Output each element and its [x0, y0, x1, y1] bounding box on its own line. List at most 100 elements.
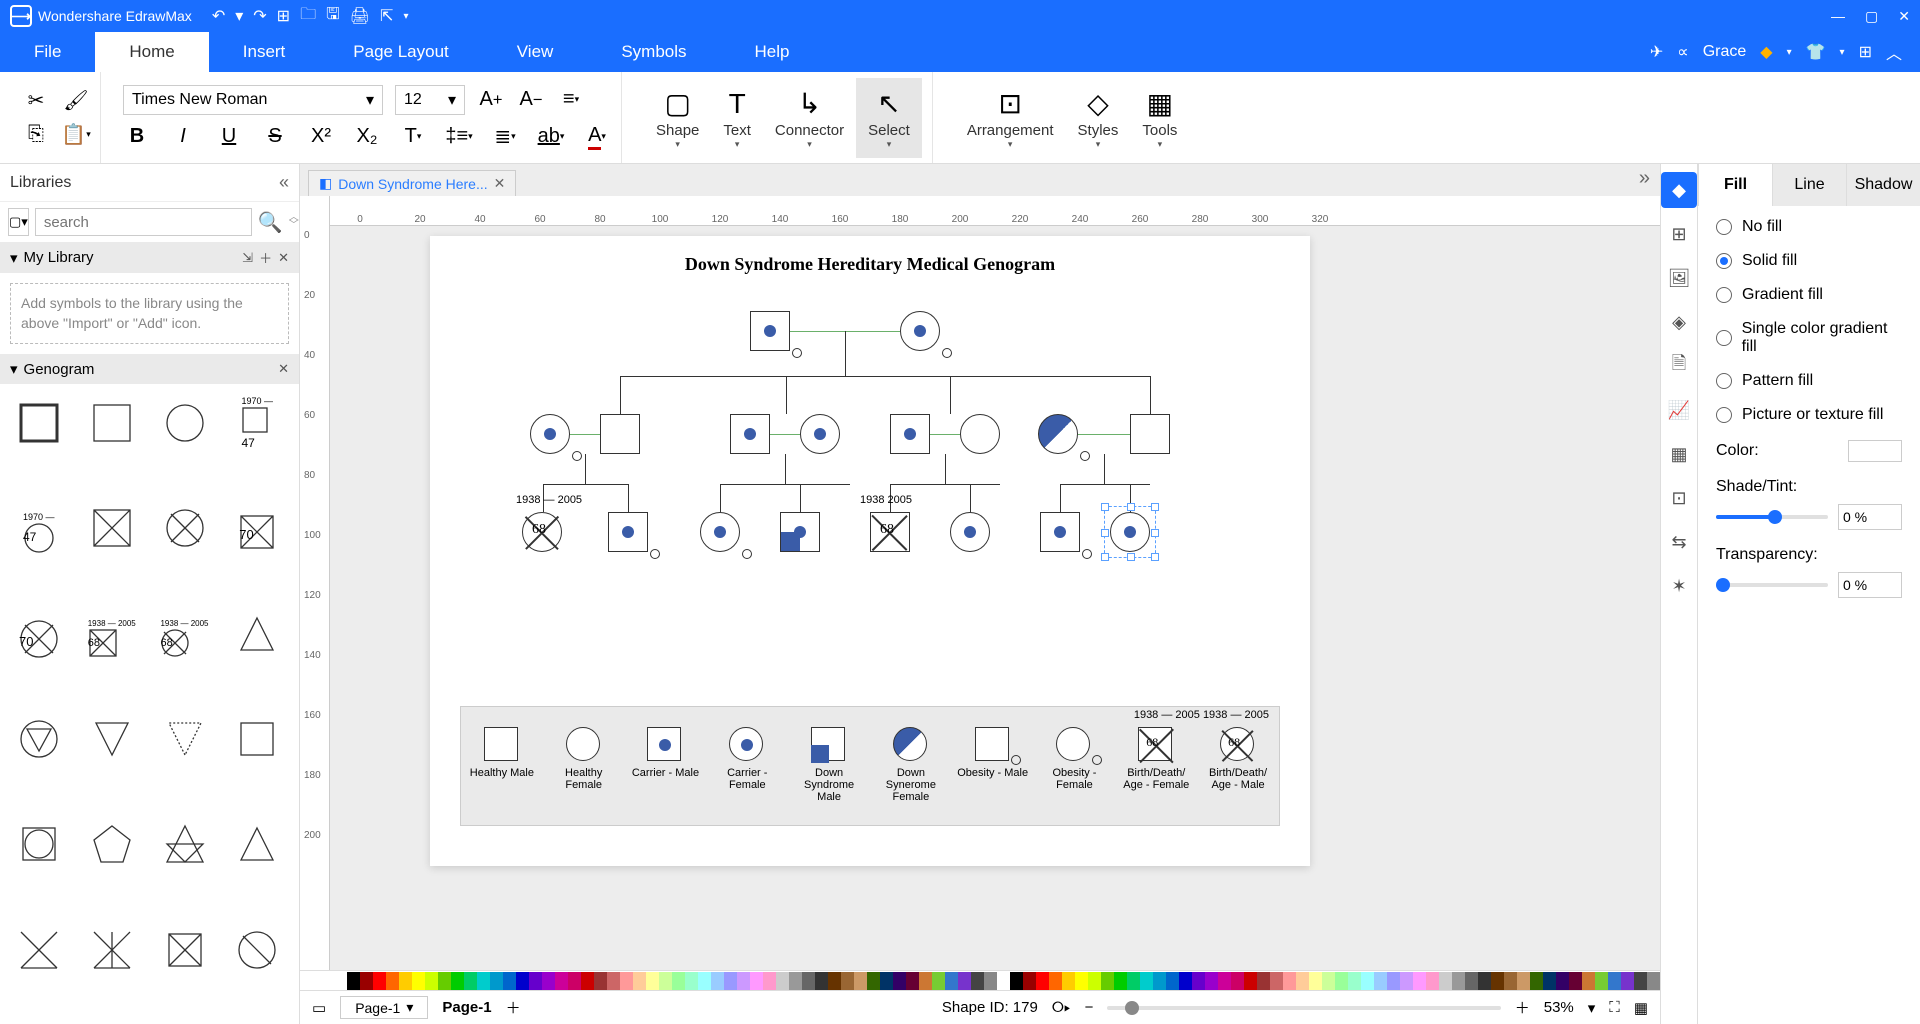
zoom-readout[interactable]: 53%: [1544, 999, 1574, 1016]
maximize-icon[interactable]: ▢: [1865, 8, 1878, 25]
menu-page-layout[interactable]: Page Layout: [319, 32, 482, 72]
shape-item[interactable]: [154, 392, 216, 454]
library-search-input[interactable]: [35, 208, 252, 236]
bold-icon[interactable]: B: [123, 123, 151, 151]
quick-color-bar[interactable]: [300, 970, 1660, 990]
superscript-icon[interactable]: X²: [307, 123, 335, 151]
bullets-icon[interactable]: ≣▾: [491, 123, 519, 151]
document-tab[interactable]: ◧ Down Syndrome Here... ✕: [308, 170, 516, 196]
close-mylib-icon[interactable]: ✕: [278, 250, 289, 266]
shape-item[interactable]: [81, 919, 143, 981]
font-family-select[interactable]: Times New Roman▾: [123, 85, 383, 115]
fill-option-pattern[interactable]: Pattern fill: [1716, 372, 1902, 390]
shape-item[interactable]: 70: [8, 603, 70, 665]
shape-item[interactable]: 1938 — 200568: [81, 603, 143, 665]
tab-line[interactable]: Line: [1772, 164, 1846, 206]
apps-icon[interactable]: ⊞: [1859, 42, 1872, 62]
collapse-libs-icon[interactable]: «: [279, 172, 289, 193]
shape-item[interactable]: [226, 919, 288, 981]
text-tool[interactable]: TText▾: [711, 78, 763, 158]
premium-icon[interactable]: ◆: [1760, 42, 1772, 62]
menu-insert[interactable]: Insert: [209, 32, 320, 72]
menu-symbols[interactable]: Symbols: [587, 32, 720, 72]
active-page-label[interactable]: Page-1: [442, 999, 491, 1016]
chart-panel-icon[interactable]: 📈: [1661, 392, 1697, 428]
collapse-ribbon-icon[interactable]: ︿: [1886, 40, 1902, 64]
fullscreen-icon[interactable]: ▦: [1634, 999, 1648, 1017]
text-highlight-icon[interactable]: ab▾: [537, 123, 565, 151]
table-panel-icon[interactable]: ▦: [1661, 436, 1697, 472]
format-painter-icon[interactable]: 🖌: [62, 87, 90, 115]
tools-tool[interactable]: ▦Tools▾: [1130, 78, 1189, 158]
paste-icon[interactable]: 📋▾: [62, 121, 90, 149]
shape-item[interactable]: [154, 497, 216, 559]
align-panel-icon[interactable]: ⇆: [1661, 524, 1697, 560]
add-page-icon[interactable]: ＋: [506, 997, 521, 1018]
menu-help[interactable]: Help: [721, 32, 824, 72]
expand-rpanel-icon[interactable]: »: [1629, 161, 1660, 196]
share-icon[interactable]: ∝: [1677, 42, 1688, 62]
minimize-icon[interactable]: —: [1831, 8, 1845, 25]
font-size-select[interactable]: 12▾: [395, 85, 465, 115]
theme-icon[interactable]: 👕: [1806, 42, 1826, 62]
zoom-in-icon[interactable]: ＋: [1515, 997, 1530, 1018]
fill-option-single-gradient[interactable]: Single color gradient fill: [1716, 320, 1902, 356]
open-icon[interactable]: 🗀: [300, 3, 316, 30]
shape-item[interactable]: [8, 919, 70, 981]
shape-item[interactable]: [81, 392, 143, 454]
layers-panel-icon[interactable]: ◈: [1661, 304, 1697, 340]
color-swatch[interactable]: [1848, 440, 1902, 462]
select-tool[interactable]: ↖Select▾: [856, 78, 922, 158]
underline-icon[interactable]: U: [215, 123, 243, 151]
font-color-icon[interactable]: A▾: [583, 123, 611, 151]
shrink-font-icon[interactable]: A−: [517, 86, 545, 114]
cut-icon[interactable]: ✂: [22, 87, 50, 115]
tab-fill[interactable]: Fill: [1698, 164, 1772, 206]
redo-icon[interactable]: ↷: [253, 6, 266, 26]
shade-value[interactable]: [1838, 504, 1902, 530]
line-spacing-icon[interactable]: ‡≡▾: [445, 123, 473, 151]
my-library-header[interactable]: ▾My Library ⇲ ＋ ✕: [0, 242, 299, 273]
add-icon[interactable]: ＋: [259, 248, 272, 267]
grid-panel-icon[interactable]: ⊞: [1661, 216, 1697, 252]
shape-item[interactable]: 1970 —47: [8, 497, 70, 559]
selection-handles[interactable]: [1104, 506, 1156, 558]
fill-option-none[interactable]: No fill: [1716, 218, 1902, 236]
export-icon[interactable]: ⇱: [380, 6, 393, 26]
transparency-value[interactable]: [1838, 572, 1902, 598]
close-genogram-icon[interactable]: ✕: [278, 361, 289, 377]
genogram-header[interactable]: ▾Genogram ✕: [0, 354, 299, 384]
shape-item[interactable]: [226, 708, 288, 770]
subscript-icon[interactable]: X₂: [353, 123, 381, 151]
undo-icon[interactable]: ↶: [212, 6, 225, 26]
menu-home[interactable]: Home: [95, 32, 208, 72]
shape-item[interactable]: [154, 813, 216, 875]
new-icon[interactable]: ⊞: [277, 6, 290, 26]
layout-panel-icon[interactable]: ⊡: [1661, 480, 1697, 516]
styles-tool[interactable]: ◇Styles▾: [1066, 78, 1131, 158]
shape-item[interactable]: [8, 813, 70, 875]
italic-icon[interactable]: I: [169, 123, 197, 151]
import-icon[interactable]: ⇲: [242, 250, 253, 266]
strike-icon[interactable]: S: [261, 123, 289, 151]
image-panel-icon[interactable]: 🖼: [1661, 260, 1697, 296]
library-drop-icon[interactable]: ▢▾: [8, 208, 29, 236]
shade-slider[interactable]: [1716, 515, 1828, 519]
send-icon[interactable]: ✈: [1650, 42, 1663, 62]
fill-option-solid[interactable]: Solid fill: [1716, 252, 1902, 270]
menu-view[interactable]: View: [483, 32, 588, 72]
menu-file[interactable]: File: [0, 32, 95, 72]
shape-item[interactable]: [8, 708, 70, 770]
play-icon[interactable]: ⭘▸: [1052, 999, 1071, 1016]
shape-item[interactable]: [154, 708, 216, 770]
fill-panel-icon[interactable]: ◆: [1661, 172, 1697, 208]
close-icon[interactable]: ✕: [1898, 8, 1910, 25]
align-icon[interactable]: ≡▾: [557, 86, 585, 114]
distribute-panel-icon[interactable]: ✶: [1661, 568, 1697, 604]
shape-item[interactable]: [81, 708, 143, 770]
shape-item[interactable]: 1938 — 200568: [154, 603, 216, 665]
shape-tool[interactable]: ▢Shape▾: [644, 78, 711, 158]
shape-item[interactable]: [81, 813, 143, 875]
print-icon[interactable]: 🖨: [350, 6, 370, 26]
grow-font-icon[interactable]: A+: [477, 86, 505, 114]
